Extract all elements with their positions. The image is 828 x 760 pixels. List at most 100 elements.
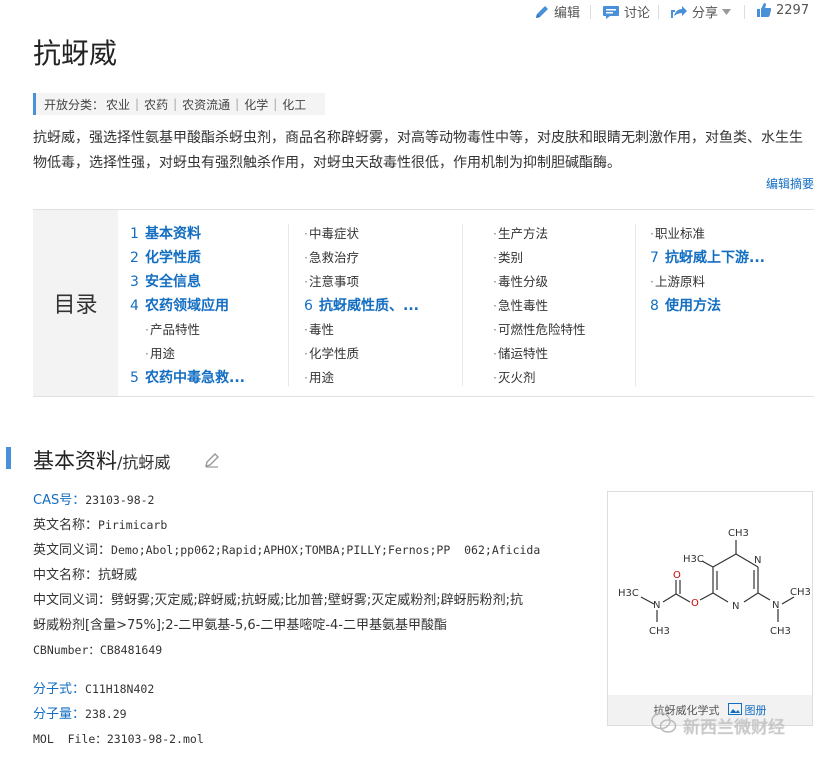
toc-item[interactable]: 3 安全信息: [130, 270, 245, 294]
toc-subitem[interactable]: 上游原料: [650, 270, 765, 294]
edit-summary-link[interactable]: 编辑摘要: [766, 175, 814, 192]
section-title: 基本资料/抗蚜威: [33, 445, 170, 475]
edit-button[interactable]: 编辑: [534, 2, 580, 21]
mol-value: 23103-98-2.mol: [106, 732, 204, 746]
mw-key[interactable]: 分子量：: [33, 707, 85, 722]
toc-item[interactable]: 2 化学性质: [130, 246, 245, 270]
toolbar-divider: [590, 5, 591, 19]
cn-name-key: 中文名称：: [33, 568, 99, 583]
toc-subitem[interactable]: 毒性: [304, 318, 419, 342]
en-syn-key: 英文同义词：: [33, 543, 112, 558]
atom-label: CH3: [728, 528, 749, 539]
toc-column: 1基本资料 2化学性质 3安全信息 4农药领域应用 产品特性 用途 5农药中毒急…: [130, 222, 245, 390]
atom-label: N: [772, 600, 779, 611]
cn-syn-key: 中文同义词：: [33, 593, 112, 608]
atom-label: N: [732, 601, 739, 612]
watermark: 新西兰微财经: [651, 712, 785, 739]
structure-image[interactable]: CH3 H3C N N O O N H3C CH3 N CH3 CH3 抗蚜威化…: [607, 491, 813, 726]
like-button[interactable]: 2297: [756, 2, 809, 18]
share-label: 分享: [692, 6, 719, 21]
formula-value: C11H18N402: [85, 682, 155, 696]
atom-label: N: [653, 600, 660, 611]
toc-subitem[interactable]: 毒性分级: [493, 270, 586, 294]
toc-subitem[interactable]: 中毒症状: [304, 222, 419, 246]
en-syn-value: Demo;Abol;pp062;Rapid;APHOX;TOMBA;PILLY;…: [111, 543, 541, 557]
category-link[interactable]: 农业: [106, 96, 130, 113]
info-row-mol: MOL File：23103-98-2.mol: [33, 727, 588, 752]
formula-key[interactable]: 分子式：: [33, 682, 85, 697]
summary-text: 抗蚜威，强选择性氨基甲酸酯杀蚜虫剂，商品名称辟蚜雾，对高等动物毒性中等，对皮肤和…: [33, 130, 803, 171]
toc-item[interactable]: 8 使用方法: [650, 294, 765, 318]
en-name-key: 英文名称：: [33, 518, 99, 533]
cn-syn-value: 劈蚜雾;灭定威;辟蚜威;抗蚜威;比加普;壁蚜雾;灭定威粉剂;辟蚜肟粉剂;抗: [111, 593, 524, 608]
toc-subitem[interactable]: 灭火剂: [493, 366, 586, 390]
category-divider: |: [173, 97, 178, 111]
discuss-label: 讨论: [624, 6, 651, 21]
atom-label: H3C: [618, 588, 639, 599]
category-divider: |: [273, 97, 278, 111]
pencil-icon: [534, 4, 550, 20]
en-name-value: Pirimicarb: [98, 518, 168, 532]
toc-column: 生产方法 类别 毒性分级 急性毒性 可燃性危险特性 储运特性 灭火剂: [493, 222, 586, 390]
atom-label: N: [754, 555, 761, 566]
like-count: 2297: [776, 2, 810, 18]
top-toolbar: 编辑 讨论 分享 2297: [0, 0, 828, 24]
toc-divider: [288, 224, 289, 386]
atom-label: CH3: [649, 626, 670, 637]
toc-subitem[interactable]: 生产方法: [493, 222, 586, 246]
toc-subitem[interactable]: 用途: [130, 342, 245, 366]
toc-subitem[interactable]: 化学性质: [304, 342, 419, 366]
section-subtitle: /抗蚜威: [117, 453, 171, 472]
section-accent-bar: [6, 447, 11, 469]
toc-subitem[interactable]: 职业标准: [650, 222, 765, 246]
category-link[interactable]: 农药: [144, 96, 168, 113]
toc-subitem[interactable]: 产品特性: [130, 318, 245, 342]
edit-section-icon[interactable]: [204, 452, 220, 472]
toc-divider: [635, 224, 636, 386]
cn-syn-value-cont: 蚜威粉剂[含量>75%];2-二甲氨基-5,6-二甲基嘧啶-4-二甲基氨基甲酸酯: [33, 618, 447, 633]
discuss-button[interactable]: 讨论: [602, 2, 650, 21]
toolbar-divider: [658, 5, 659, 19]
info-row-en-syn: 英文同义词：Demo;Abol;pp062;Rapid;APHOX;TOMBA;…: [33, 538, 588, 563]
info-row-en-name: 英文名称：Pirimicarb: [33, 513, 588, 538]
share-button[interactable]: 分享: [670, 2, 732, 21]
atom-label: H3C: [683, 554, 704, 565]
toc-subitem[interactable]: 类别: [493, 246, 586, 270]
info-row-cn-syn-cont: 蚜威粉剂[含量>75%];2-二甲氨基-5,6-二甲基嘧啶-4-二甲基氨基甲酸酯: [33, 613, 588, 638]
basic-info: CAS号：23103-98-2 英文名称：Pirimicarb 英文同义词：De…: [33, 488, 588, 752]
categories-label: 开放分类：: [44, 97, 105, 112]
toc-subitem[interactable]: 用途: [304, 366, 419, 390]
watermark-text: 新西兰微财经: [683, 718, 785, 738]
toc-item[interactable]: 4 农药领域应用: [130, 294, 245, 318]
toc-item[interactable]: 7 抗蚜威上下游...: [650, 246, 765, 270]
category-link[interactable]: 化学: [244, 96, 268, 113]
toc-subitem[interactable]: 注意事项: [304, 270, 419, 294]
mol-key: MOL File：: [33, 732, 107, 746]
atom-label: O: [673, 570, 681, 581]
toc-item[interactable]: 6 抗蚜威性质、...: [304, 294, 419, 318]
toc-heading: 目录: [33, 210, 118, 396]
edit-label: 编辑: [554, 6, 581, 21]
toc-item[interactable]: 1 基本资料: [130, 222, 245, 246]
toc-item[interactable]: 5 农药中毒急救...: [130, 366, 245, 390]
category-divider: |: [135, 97, 140, 111]
chevron-down-icon: [722, 8, 732, 15]
cn-name-value: 抗蚜威: [98, 568, 138, 583]
toolbar-divider: [744, 5, 745, 19]
toc-subitem[interactable]: 急性毒性: [493, 294, 586, 318]
open-categories: 开放分类： 农业 | 农药 | 农资流通 | 化学 | 化工: [33, 93, 325, 115]
info-row-cn-syn: 中文同义词：劈蚜雾;灭定威;辟蚜威;抗蚜威;比加普;壁蚜雾;灭定威粉剂;辟蚜肟粉…: [33, 588, 588, 613]
toc-subitem[interactable]: 可燃性危险特性: [493, 318, 586, 342]
category-divider: |: [235, 97, 240, 111]
cas-key[interactable]: CAS号：: [33, 493, 85, 508]
chemical-structure-diagram: CH3 H3C N N O O N H3C CH3 N CH3 CH3: [618, 528, 811, 637]
toc-subitem[interactable]: 急救治疗: [304, 246, 419, 270]
toc-subitem[interactable]: 储运特性: [493, 342, 586, 366]
category-link[interactable]: 化工: [282, 96, 306, 113]
toc-column: 中毒症状 急救治疗 注意事项 6抗蚜威性质、... 毒性 化学性质 用途: [304, 222, 419, 390]
atom-label: CH3: [790, 587, 811, 598]
category-link[interactable]: 农资流通: [182, 96, 230, 113]
info-row-cn-name: 中文名称：抗蚜威: [33, 563, 588, 588]
cbnumber-value: CB8481649: [99, 643, 163, 657]
comment-icon: [602, 4, 620, 20]
